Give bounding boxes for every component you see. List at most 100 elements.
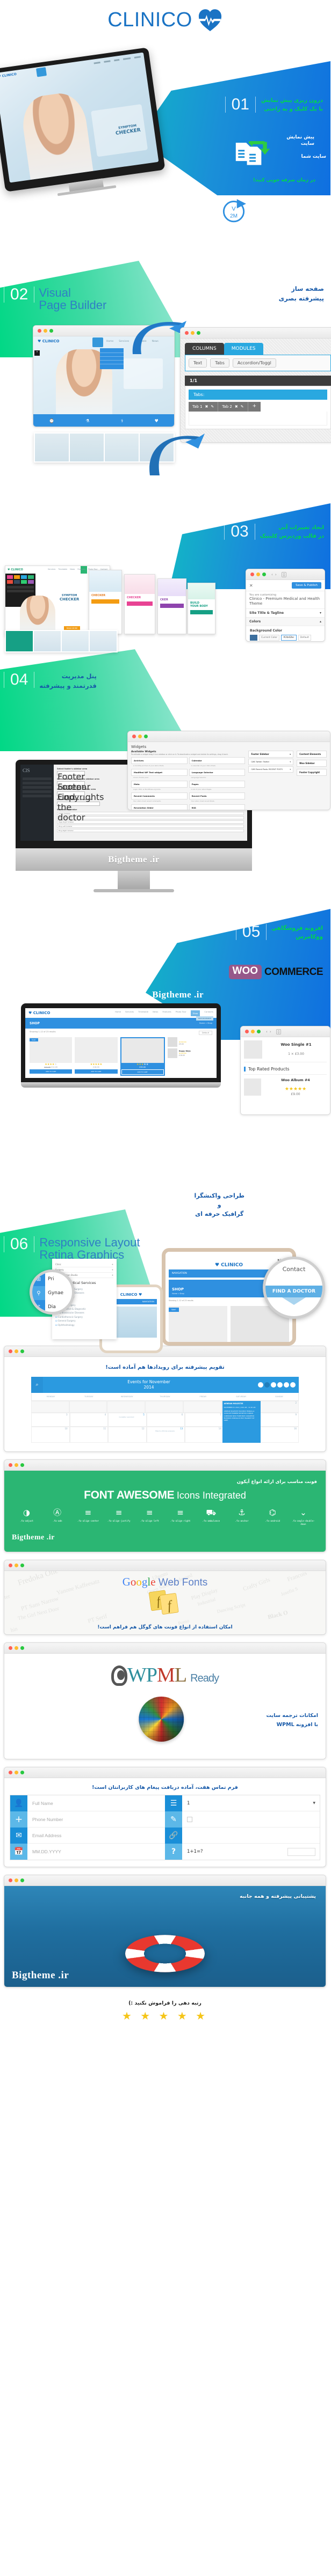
maximize-dot[interactable] [50,329,54,333]
doctor-search-button[interactable]: DOCTOR SEARCH [196,1016,214,1021]
minimize-dot[interactable] [15,1878,19,1883]
find-a-doctor-button[interactable]: FIND A DOCTOR [266,1286,323,1297]
view-map-button[interactable] [284,1382,290,1388]
close-dot[interactable] [9,1463,13,1467]
widget-card[interactable]: Recent Comments Your site's most recent c… [132,792,188,803]
maximize-dot[interactable] [257,1030,261,1033]
view-week-button[interactable] [265,1382,270,1388]
minimize-dot[interactable] [15,1771,19,1775]
tab-delete-icon[interactable]: ✖ [235,405,239,409]
tab-columns[interactable]: COLUMNS [185,343,225,355]
minimize-dot[interactable] [15,1463,19,1467]
close-dot[interactable] [185,331,189,335]
calendar-cell[interactable]: 7 [185,1413,224,1427]
sidebar-panel-copyright[interactable]: Footer Copyright [297,769,327,776]
tab-modules[interactable]: MODULES [224,343,264,355]
nav-home[interactable]: Home [107,340,114,343]
view-day-button[interactable] [271,1382,277,1388]
shop-nav-features[interactable]: Features [163,1010,171,1016]
forward-arrow-icon[interactable]: › [270,1030,272,1034]
select-footer-sidebar[interactable]: Footer Sidebar [57,771,91,792]
builder-block-label[interactable]: Tabs: [189,390,328,400]
list-item[interactable]: Surgery + [56,1267,114,1273]
phone-number-input[interactable]: Phone Number [28,1817,63,1822]
customizer-close-icon[interactable]: ✕ [250,583,254,588]
panel-colors[interactable]: Colors ▴ [247,617,325,626]
default-color-button[interactable]: Default [298,634,312,641]
calendar-cell[interactable]: 3 [32,1413,70,1427]
calendar-cell[interactable]: 2 [260,1401,300,1413]
captcha-row[interactable]: 1+1=? [183,1847,320,1856]
close-dot[interactable] [246,1030,249,1033]
collapse-toggle[interactable]: « [35,350,40,356]
close-dot[interactable] [133,735,136,738]
calendar-cell[interactable]: 13 Mauris ultricies posuere [147,1427,186,1443]
view-next-button[interactable] [291,1382,296,1388]
calendar-cell[interactable]: 4 [70,1413,109,1427]
add-to-cart-button[interactable]: ADD TO CART [75,1069,118,1074]
minimize-dot[interactable] [15,1349,19,1353]
sidebar-item-3[interactable]: Blog Left Sidebar [57,825,244,828]
minimize-dot[interactable] [191,331,195,335]
close-dot[interactable] [9,1646,13,1650]
email-address-input[interactable]: Email Address [28,1833,62,1838]
builder-tab-1[interactable]: Tab 1 [193,405,203,409]
minimize-dot[interactable] [15,1564,19,1568]
maximize-dot[interactable] [21,1463,25,1467]
calendar-event[interactable]: AENEAN MOLESTIE NOVEMBER 01 2014 | 9:00 … [222,1401,261,1443]
calendar-cell[interactable]: 6 [147,1413,186,1427]
minimize-dot[interactable] [251,1030,255,1033]
widget-card[interactable]: Pages A list of your site's Pages. [189,781,246,791]
maximize-dot[interactable] [21,1771,25,1775]
select-footer-copyrights[interactable]: Footer Copyrights [57,781,105,802]
view-month-button[interactable] [258,1382,264,1388]
shop-nav-phototour[interactable]: Photo Tour [176,1010,187,1016]
calendar-cell[interactable]: 5 Curabitur euismod [109,1413,147,1427]
calendar-cell[interactable]: 12 [109,1427,147,1443]
department-select[interactable]: 1 ▼ [183,1801,320,1806]
product-card[interactable]: ★★★★★ £16.00 ADD TO CART [75,1037,118,1076]
sidebar-item-4[interactable]: Blog Right Sidebar [57,829,244,832]
minimize-dot[interactable] [139,735,142,738]
maximize-dot[interactable] [145,735,148,738]
calendar-cell[interactable]: 14 [185,1427,224,1443]
top-rated-item[interactable]: Woo Album #4 ★★★★★ £9.00 [244,1074,327,1096]
sidebar-product[interactable]: Happy Ninja ★★★★★ £18.00 [168,1048,213,1058]
sidebar-toggle-icon[interactable]: ▯ [282,571,287,577]
date-input[interactable]: MM.DD.YYYY [28,1849,62,1854]
back-arrow-icon[interactable]: ‹ [272,573,274,577]
close-dot[interactable] [9,1878,13,1883]
add-tab-button[interactable]: + [248,402,262,412]
widget-card[interactable]: Calendar A calendar of your site's Posts. [189,757,246,767]
full-name-input[interactable]: Full Name [28,1801,54,1806]
widget-card[interactable]: Archives A monthly archive of your site's… [132,757,188,767]
tab-edit-icon[interactable]: ✎ [241,405,244,409]
maximize-dot[interactable] [21,1349,25,1353]
list-item[interactable]: Clinic + [56,1262,114,1267]
save-publish-button[interactable]: Save & Publish [292,582,322,589]
product-card[interactable]: Sale! ★★★★★ £15.00 £12.00 ADD TO CART [30,1037,73,1076]
sidebar-panel-content[interactable]: Content Elements [297,751,327,758]
sidebar-entry[interactable]: CWS Twitter: Twitter ▾ [249,759,294,765]
maximize-dot[interactable] [197,331,201,335]
forward-arrow-icon[interactable]: › [276,573,277,577]
back-arrow-icon[interactable]: ‹ [267,1030,268,1034]
maximize-dot[interactable] [21,1564,25,1568]
shop-nav-news[interactable]: News [153,1010,159,1016]
shop-nav-timetable[interactable]: Timetable [139,1010,149,1016]
color-swatch[interactable] [250,634,258,641]
close-dot[interactable] [9,1771,13,1775]
shop-nav-services[interactable]: Services [126,1010,134,1016]
add-to-cart-button[interactable]: ADD TO CART [121,1069,164,1075]
rating-stars[interactable]: ★ ★ ★ ★ ★ [0,2009,331,2022]
builder-tab-2[interactable]: Tab 2 [222,405,233,409]
calendar-search-icon[interactable]: ⌕ [32,1377,44,1393]
panel-site-title[interactable]: Site Title & Tagline ▾ [247,609,325,618]
language-switcher[interactable]: ▣ English ▾ [169,1258,290,1261]
maximize-dot[interactable] [21,1646,25,1650]
sidebar-item-2[interactable]: Page Right Sidebar [57,820,244,824]
sidebar-panel-woo[interactable]: Woo Sidebar [297,760,327,767]
calendar-cell[interactable]: 9 [261,1413,300,1427]
sidebar-entry[interactable]: CWS Recent Posts: RECENT POSTS ▾ [249,766,294,773]
close-dot[interactable] [9,1564,13,1568]
